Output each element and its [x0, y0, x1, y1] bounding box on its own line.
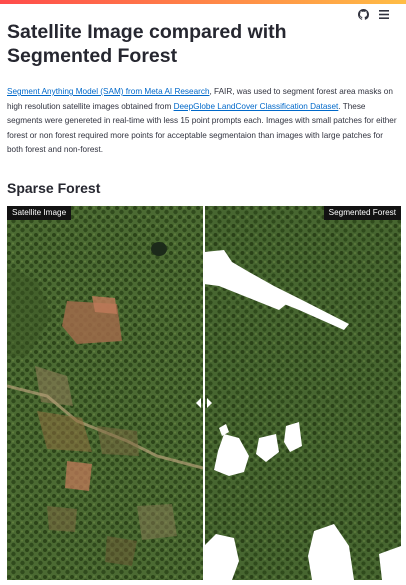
segmented-forest-label: Segmented Forest — [323, 206, 401, 220]
sam-link[interactable]: Segment Anything Model (SAM) from Meta A… — [7, 87, 210, 96]
page-title: Satellite Image compared with Segmented … — [7, 21, 287, 67]
satellite-image-label: Satellite Image — [7, 206, 72, 220]
intro-paragraph: Segment Anything Model (SAM) from Meta A… — [7, 85, 399, 158]
header-decoration-bar — [0, 0, 406, 4]
image-comparison-slider[interactable]: Satellite Image Segmented Forest — [7, 206, 401, 580]
github-icon[interactable] — [357, 8, 369, 20]
segmented-forest-image: Segmented Forest — [204, 206, 401, 580]
chevron-right-icon — [207, 398, 212, 408]
slider-handle[interactable] — [196, 395, 212, 411]
deepglobe-link[interactable]: DeepGlobe LandCover Classification Datas… — [174, 102, 339, 111]
slider-divider[interactable] — [203, 206, 205, 580]
section-title: Sparse Forest — [7, 180, 101, 196]
hamburger-menu-icon[interactable] — [378, 8, 390, 20]
chevron-left-icon — [196, 398, 201, 408]
satellite-image: Satellite Image — [7, 206, 203, 580]
